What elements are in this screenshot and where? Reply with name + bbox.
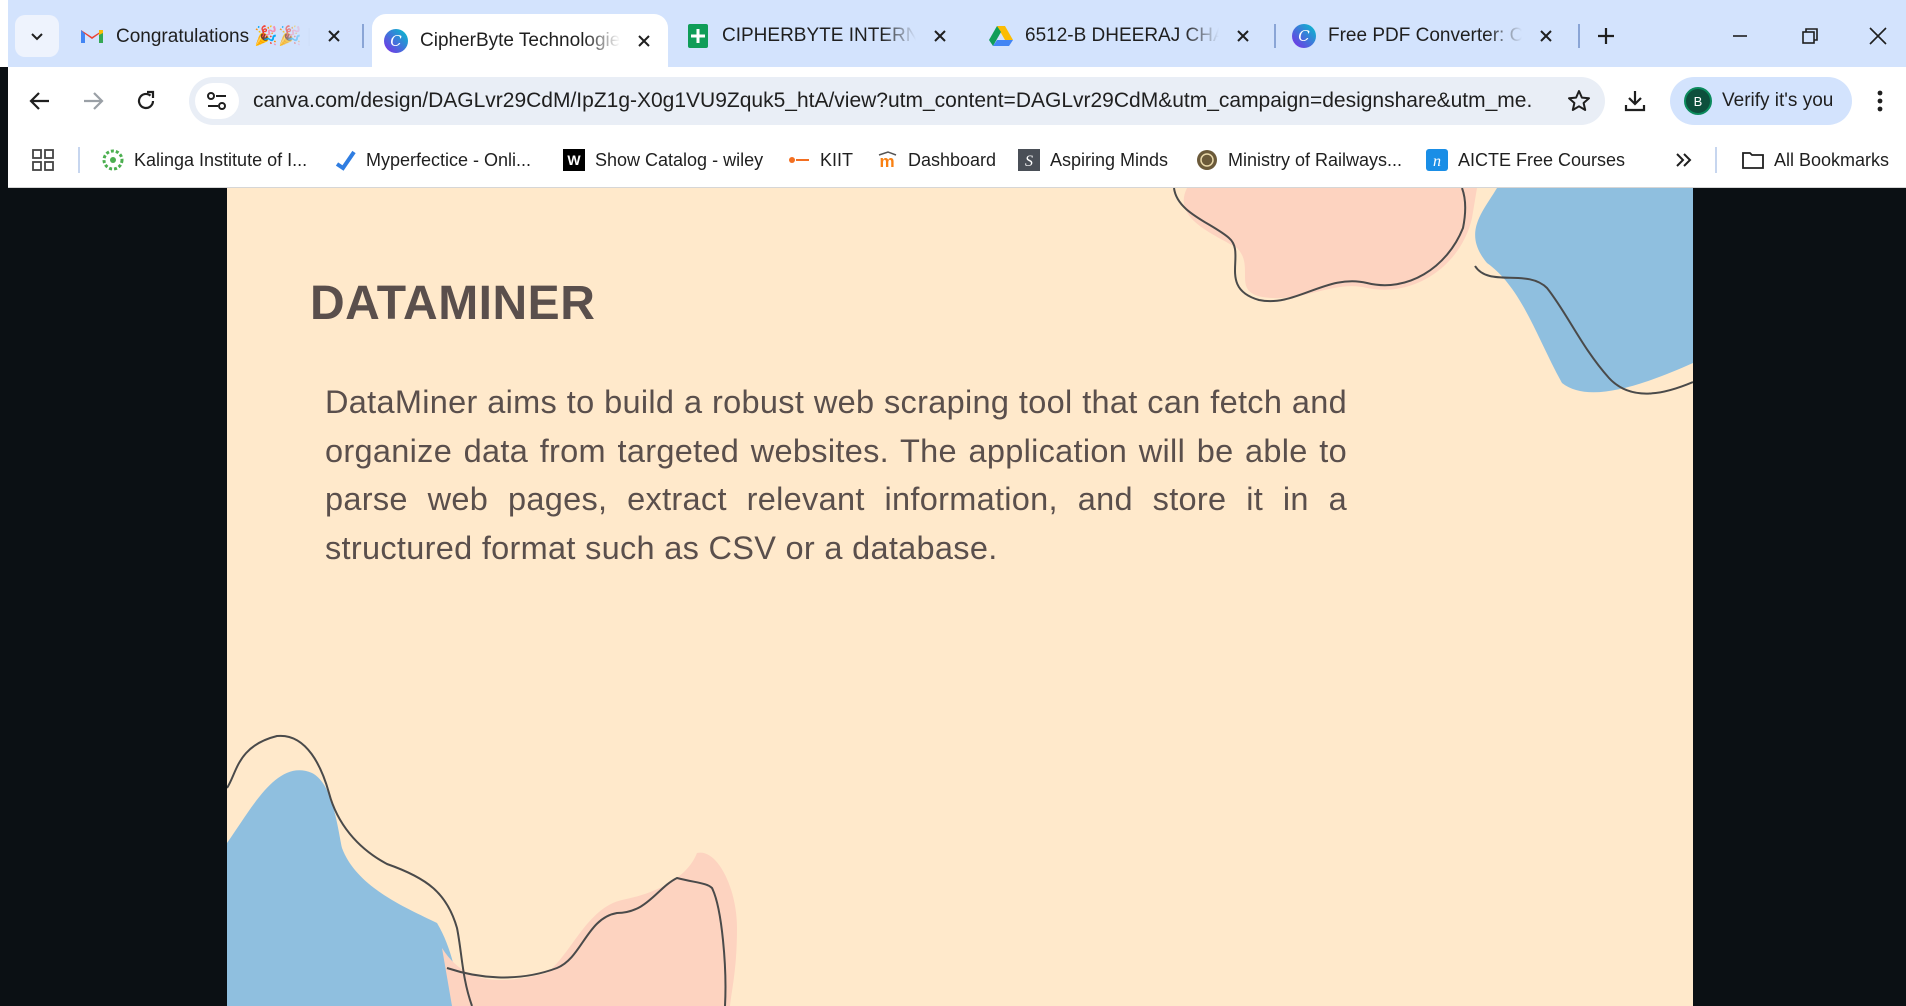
svg-text:C: C <box>390 32 402 50</box>
reload-button[interactable] <box>124 79 168 123</box>
downloads-button[interactable] <box>1613 79 1657 123</box>
window-edge <box>0 0 8 67</box>
restore-button[interactable] <box>1788 14 1832 58</box>
bookmark-aspiring-minds[interactable]: S Aspiring Minds <box>1018 145 1168 175</box>
tab-separator <box>362 24 364 48</box>
download-icon <box>1623 89 1647 113</box>
arrow-left-icon <box>29 90 51 112</box>
bookmarks-separator <box>1715 147 1717 173</box>
close-icon <box>1868 26 1888 46</box>
address-bar[interactable]: canva.com/design/DAGLvr29CdM/IpZ1g-X0g1V… <box>189 77 1605 125</box>
browser-toolbar: canva.com/design/DAGLvr29CdM/IpZ1g-X0g1V… <box>8 67 1906 135</box>
verify-label: Verify it's you <box>1722 90 1834 111</box>
presentation-slide: DATAMINER DataMiner aims to build a robu… <box>227 188 1693 1006</box>
forward-button[interactable] <box>71 79 115 123</box>
close-tab-icon[interactable] <box>1532 22 1560 50</box>
tab-title: 6512-B DHEERAJ CHAND <box>1025 25 1219 46</box>
arrow-right-icon <box>82 90 104 112</box>
aspiring-minds-icon: S <box>1018 149 1040 171</box>
bookmark-star-icon[interactable] <box>1567 89 1591 113</box>
bookmark-label: Kalinga Institute of I... <box>134 149 308 170</box>
restore-icon <box>1801 27 1819 45</box>
google-sheets-icon <box>686 24 710 48</box>
bookmark-label: Myperfectice - Onli... <box>366 149 532 170</box>
chevron-double-right-icon <box>1675 152 1693 168</box>
reload-icon <box>135 90 157 112</box>
tab-separator <box>1274 24 1276 48</box>
canva-icon: C <box>1292 24 1316 48</box>
nptel-icon: n <box>1426 149 1448 171</box>
bookmark-wiley[interactable]: W Show Catalog - wiley <box>563 145 763 175</box>
myperfectice-icon <box>334 149 356 171</box>
close-tab-icon[interactable] <box>320 22 348 50</box>
bookmark-label: KIIT <box>820 149 854 170</box>
bookmark-label: Show Catalog - wiley <box>595 149 764 170</box>
minimize-button[interactable] <box>1718 14 1762 58</box>
svg-text:n: n <box>1433 153 1441 170</box>
slide-body-text: DataMiner aims to build a robust web scr… <box>325 384 1347 566</box>
close-tab-icon[interactable] <box>630 27 658 55</box>
tab-title: CIPHERBYTE INTERNSHIP <box>722 25 916 46</box>
close-tab-icon[interactable] <box>1229 22 1257 50</box>
bookmark-label: Ministry of Railways... <box>1228 149 1403 170</box>
slide-title: DATAMINER <box>310 277 596 330</box>
close-window-button[interactable] <box>1856 14 1900 58</box>
folder-icon <box>1742 149 1764 171</box>
tab-search-button[interactable] <box>15 15 59 57</box>
google-drive-icon <box>989 24 1013 48</box>
minimize-icon <box>1731 27 1749 45</box>
bookmarks-bar: Kalinga Institute of I... Myperfectice -… <box>8 135 1906 188</box>
tab-google-drive[interactable]: 6512-B DHEERAJ CHAND <box>977 14 1267 58</box>
tab-title: Free PDF Converter: Con <box>1328 25 1522 46</box>
apps-grid-icon <box>32 149 54 171</box>
menu-button[interactable] <box>1858 79 1902 123</box>
all-bookmarks-label: All Bookmarks <box>1774 149 1890 170</box>
chevron-down-icon <box>29 28 45 44</box>
tab-strip: Congratulations 🎉🎉 || C C CipherByte Tec… <box>0 0 1906 67</box>
svg-text:C: C <box>1298 27 1310 45</box>
bookmark-label: Aspiring Minds <box>1050 149 1169 170</box>
canva-icon: C <box>384 28 408 53</box>
more-vertical-icon <box>1876 90 1884 112</box>
tab-title: Congratulations 🎉🎉 || C <box>116 26 310 47</box>
tab-pdf-converter[interactable]: C Free PDF Converter: Con <box>1280 14 1570 58</box>
bookmark-kiit[interactable]: KIIT <box>788 145 853 175</box>
moodle-icon: m <box>876 149 898 171</box>
bookmark-aicte[interactable]: n AICTE Free Courses <box>1426 145 1625 175</box>
tab-separator <box>1578 24 1580 48</box>
kiit-icon <box>788 149 810 171</box>
apps-button[interactable] <box>32 145 54 175</box>
tune-icon <box>206 91 228 111</box>
tab-gmail[interactable]: Congratulations 🎉🎉 || C <box>68 14 358 58</box>
wiley-icon: W <box>563 149 585 171</box>
close-tab-icon[interactable] <box>926 22 954 50</box>
site-info-button[interactable] <box>195 83 239 119</box>
back-button[interactable] <box>18 79 62 123</box>
verify-identity-button[interactable]: B Verify it's you <box>1670 77 1852 125</box>
avatar: B <box>1684 87 1712 115</box>
tab-title: CipherByte Technologies <box>420 29 620 51</box>
bookmark-label: AICTE Free Courses <box>1458 149 1626 170</box>
more-bookmarks-button[interactable] <box>1675 145 1693 175</box>
new-tab-button[interactable] <box>1584 14 1628 58</box>
gmail-icon <box>80 24 104 48</box>
railways-icon <box>1196 149 1218 171</box>
page-viewport: DATAMINER DataMiner aims to build a robu… <box>8 188 1906 1006</box>
bookmarks-separator <box>78 147 80 173</box>
svg-text:W: W <box>567 152 581 168</box>
kiit-seal-icon <box>102 149 124 171</box>
bookmark-dashboard[interactable]: m Dashboard <box>876 145 996 175</box>
bookmark-kalinga[interactable]: Kalinga Institute of I... <box>102 145 307 175</box>
tab-cipherbyte-internship[interactable]: CIPHERBYTE INTERNSHIP <box>674 14 964 58</box>
bookmark-railways[interactable]: Ministry of Railways... <box>1196 145 1402 175</box>
bookmark-label: Dashboard <box>908 149 997 170</box>
bookmark-myperfectice[interactable]: Myperfectice - Onli... <box>334 145 531 175</box>
plus-icon <box>1597 27 1615 45</box>
all-bookmarks-button[interactable]: All Bookmarks <box>1742 145 1889 175</box>
tab-cipherbyte[interactable]: C CipherByte Technologies <box>372 14 668 67</box>
url-text[interactable]: canva.com/design/DAGLvr29CdM/IpZ1g-X0g1V… <box>253 89 1533 113</box>
svg-text:S: S <box>1025 153 1033 170</box>
